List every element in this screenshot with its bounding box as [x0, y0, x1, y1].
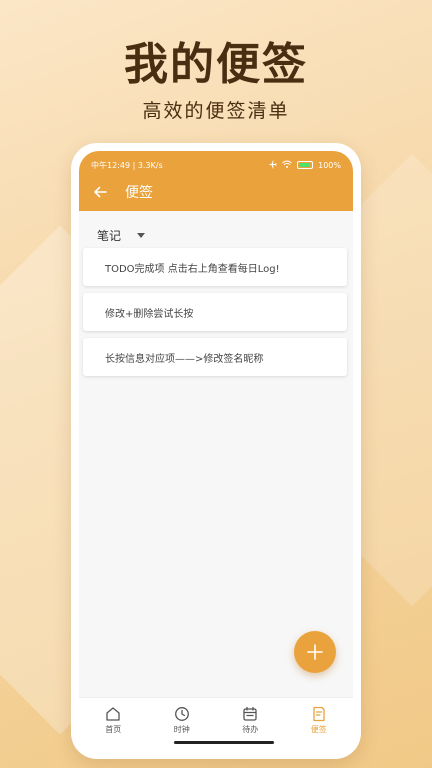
plus-icon [307, 644, 323, 660]
add-note-button[interactable] [294, 631, 336, 673]
note-text: 长按信息对应项——>修改签名昵称 [105, 353, 264, 365]
airplane-icon [268, 159, 277, 171]
nav-label: 时钟 [173, 725, 190, 734]
nav-label: 便签 [310, 725, 327, 734]
home-icon [106, 707, 120, 721]
promo-title: 我的便签 [124, 39, 308, 90]
status-bar: 中午12:49 | 3.3K/s 100% [91, 158, 341, 172]
note-item[interactable]: 长按信息对应项——>修改签名昵称 [83, 338, 347, 376]
category-dropdown[interactable]: 笔记 [97, 227, 146, 244]
battery-icon [297, 161, 314, 169]
category-label: 笔记 [97, 229, 122, 243]
page-title: 便签 [125, 185, 153, 201]
calendar-icon [243, 706, 257, 721]
note-item[interactable]: 修改+删除尝试长按 [83, 293, 347, 331]
chevron-down-icon [137, 233, 146, 238]
note-icon [313, 706, 325, 722]
app-screen: 中午12:49 | 3.3K/s 100% 便签 笔记 TODO完成项 点击右上… [79, 151, 353, 751]
clock-icon [174, 707, 189, 721]
wifi-icon [282, 160, 292, 171]
toolbar: 便签 [79, 177, 353, 207]
note-text: 修改+删除尝试长按 [105, 308, 194, 320]
nav-label: 待办 [242, 725, 259, 734]
note-item[interactable]: TODO完成项 点击右上角查看每日Log! [83, 248, 347, 286]
app-bar: 中午12:49 | 3.3K/s 100% 便签 [79, 151, 353, 211]
note-text: TODO完成项 点击右上角查看每日Log! [105, 263, 280, 275]
nav-item-notes[interactable]: 便签 [289, 698, 349, 751]
battery-percent: 100% [318, 160, 341, 170]
status-icons: 100% [268, 159, 341, 171]
home-indicator [174, 741, 274, 744]
promo-subtitle: 高效的便签清单 [142, 100, 290, 122]
phone-frame: 中午12:49 | 3.3K/s 100% 便签 笔记 TODO完成项 点击右上… [71, 143, 361, 759]
arrow-left-icon[interactable] [85, 177, 115, 207]
nav-item-home[interactable]: 首页 [83, 698, 143, 751]
nav-label: 首页 [105, 725, 122, 734]
status-time-speed: 中午12:49 | 3.3K/s [91, 160, 163, 170]
